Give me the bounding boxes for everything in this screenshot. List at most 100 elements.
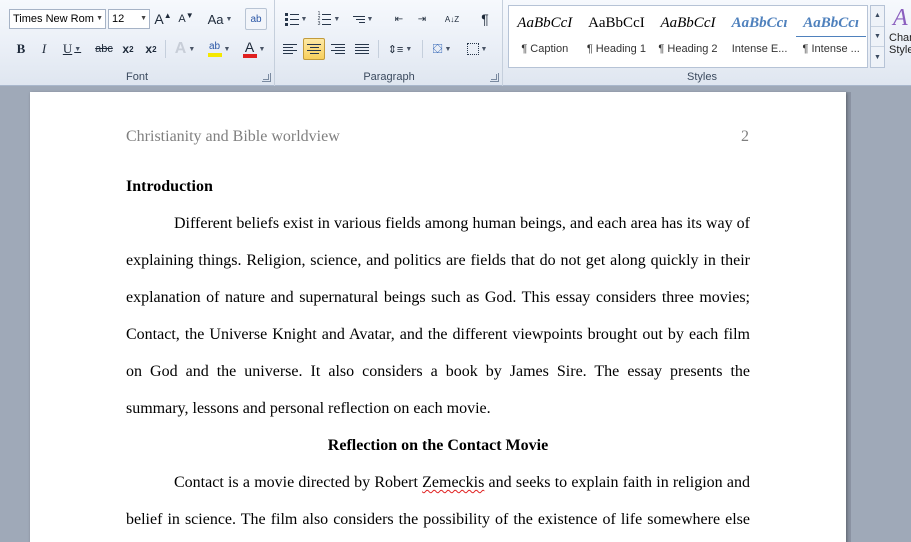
numbering-button[interactable]: 1 2 3 ▼	[314, 8, 344, 30]
separator	[165, 40, 166, 58]
font-group-label: Font	[125, 71, 148, 83]
chevron-down-icon: ▼	[223, 45, 231, 53]
show-formatting-button[interactable]: ¶	[474, 8, 496, 30]
chevron-down-icon: ▼	[74, 45, 82, 53]
borders-icon	[466, 43, 479, 55]
chevron-down-icon: ▼	[225, 15, 233, 23]
chevron-down-icon: ▼	[258, 45, 266, 53]
superscript-digit: 2	[152, 44, 157, 54]
paragraph-line[interactable]: summary, lessons and personal reflection…	[126, 398, 750, 435]
paragraph-line[interactable]: Contact is a movie directed by Robert Ze…	[126, 472, 750, 509]
font-dialog-launcher[interactable]	[262, 73, 271, 82]
highlight-button[interactable]: ab ▼	[203, 38, 235, 60]
chevron-down-icon: ▼	[140, 15, 147, 22]
style-intense-quote[interactable]: AaBbCcı ¶ Intense ...	[795, 6, 867, 67]
line-spacing-button[interactable]: ⇕≡ ▼	[384, 38, 416, 60]
style-sample: AaBbCcI	[660, 15, 716, 31]
borders-button[interactable]: ▼	[461, 38, 493, 60]
sort-button[interactable]: A↓Z	[441, 8, 463, 30]
scroll-down-button[interactable]: ▼	[871, 27, 884, 48]
page-number[interactable]: 2	[741, 128, 749, 146]
scroll-up-button[interactable]: ▲	[871, 6, 884, 27]
style-intense-emphasis[interactable]: AaBbCcı Intense E...	[724, 6, 796, 67]
paragraph-line[interactable]: explanation of nature and supernatural b…	[126, 287, 750, 324]
chevron-down-icon: ▼	[96, 15, 103, 22]
change-styles-button[interactable]: A Change Styles	[889, 4, 911, 70]
justify-icon	[355, 44, 369, 54]
chevron-down-icon: ▼	[300, 15, 308, 23]
highlight-color-bar	[207, 53, 222, 57]
grow-font-button[interactable]: A ▲	[152, 8, 174, 30]
style-sample: AaBbCcı	[796, 15, 867, 37]
align-center-button[interactable]	[303, 38, 325, 60]
numbering-icon: 1 2 3	[318, 11, 332, 27]
font-color-bar	[242, 53, 257, 58]
subscript-icon: x	[122, 42, 130, 56]
align-right-button[interactable]	[327, 38, 349, 60]
style-heading-1[interactable]: AaBbCcI ¶ Heading 1	[581, 6, 653, 67]
grow-font-icon: A	[154, 11, 164, 27]
paragraph-group: ▼ 1 2 3 ▼ ▼ ⇤ ⇥ A↓Z ¶ ⇕≡ ▼ ⛋ ▼ ▼ Paragra…	[276, 0, 503, 86]
multilevel-list-button[interactable]: ▼	[347, 8, 379, 30]
clear-formatting-button[interactable]: ab	[245, 8, 267, 30]
styles-group-label: Styles	[687, 71, 717, 83]
chevron-down-icon: ▼	[405, 45, 413, 53]
subscript-digit: 2	[129, 44, 134, 54]
underline-button[interactable]: U ▼	[56, 38, 88, 60]
paragraph-line[interactable]: Different beliefs exist in various field…	[126, 213, 750, 250]
change-styles-icon: A	[893, 5, 908, 31]
misspelled-word[interactable]: Zemeckis	[422, 474, 484, 491]
strikethrough-button[interactable]: abc	[92, 38, 116, 60]
sort-icon: A↓Z	[444, 14, 460, 24]
paragraph-dialog-launcher[interactable]	[490, 73, 499, 82]
style-name: ¶ Heading 1	[586, 43, 646, 55]
change-case-button[interactable]: Aa ▼	[205, 8, 235, 30]
running-header[interactable]: Christianity and Bible worldview	[126, 128, 340, 146]
style-name: Intense E...	[731, 43, 788, 55]
document-area[interactable]: Christianity and Bible worldview 2 Intro…	[0, 87, 911, 542]
paragraph-line[interactable]: on God and the universe. It also conside…	[126, 361, 750, 398]
bold-button[interactable]: B	[10, 38, 32, 60]
chevron-down-icon: ▼	[188, 45, 196, 53]
text-run: Contact is a movie directed by Robert	[174, 474, 423, 491]
font-size-combo[interactable]: 12 ▼	[108, 9, 150, 29]
style-caption[interactable]: AaBbCcI ¶ Caption	[509, 6, 581, 67]
page-shadow	[846, 92, 851, 542]
clear-formatting-icon: ab	[250, 13, 262, 25]
more-styles-button[interactable]: ▼	[871, 47, 884, 67]
chevron-down-icon: ▼	[480, 45, 488, 53]
superscript-button[interactable]: x2	[140, 38, 162, 60]
heading-introduction[interactable]: Introduction	[126, 176, 750, 213]
shrink-font-button[interactable]: A ▼	[175, 8, 197, 30]
font-color-letter: A	[244, 38, 255, 55]
superscript-icon: x	[145, 42, 153, 56]
subscript-button[interactable]: x2	[117, 38, 139, 60]
underline-icon: U	[62, 41, 73, 56]
shading-button[interactable]: ⛋ ▼	[426, 38, 458, 60]
italic-icon: I	[41, 41, 47, 56]
document-page[interactable]: Christianity and Bible worldview 2 Intro…	[30, 92, 846, 542]
text-effects-button[interactable]: A ▼	[170, 38, 200, 60]
italic-button[interactable]: I	[33, 38, 55, 60]
text-effects-icon: A	[174, 40, 187, 57]
paragraph-line[interactable]: explaining things. Religion, science, an…	[126, 250, 750, 287]
paragraph-line[interactable]: belief in science. The film also conside…	[126, 509, 750, 542]
bullets-button[interactable]: ▼	[281, 8, 311, 30]
decrease-indent-button[interactable]: ⇤	[388, 8, 410, 30]
document-body[interactable]: Introduction Different beliefs exist in …	[126, 176, 750, 542]
font-name-combo[interactable]: Times New Rom ▼	[9, 9, 106, 29]
align-left-button[interactable]	[279, 38, 301, 60]
styles-gallery: AaBbCcI ¶ Caption AaBbCcI ¶ Heading 1 Aa…	[508, 5, 868, 68]
highlighter-icon: ab	[207, 41, 222, 57]
justify-button[interactable]	[351, 38, 373, 60]
font-color-button[interactable]: A ▼	[238, 38, 270, 60]
decrease-indent-icon: ⇤	[394, 13, 404, 25]
paragraph-line[interactable]: Contact, the Universe Knight and Avatar,…	[126, 324, 750, 361]
style-heading-2[interactable]: AaBbCcI ¶ Heading 2	[652, 6, 724, 67]
chevron-down-icon: ▼	[444, 45, 452, 53]
heading-contact[interactable]: Reflection on the Contact Movie	[126, 435, 750, 472]
increase-indent-button[interactable]: ⇥	[411, 8, 433, 30]
highlight-text: ab	[208, 41, 221, 52]
align-center-icon	[307, 44, 321, 54]
chevron-down-icon: ▼	[333, 15, 341, 23]
